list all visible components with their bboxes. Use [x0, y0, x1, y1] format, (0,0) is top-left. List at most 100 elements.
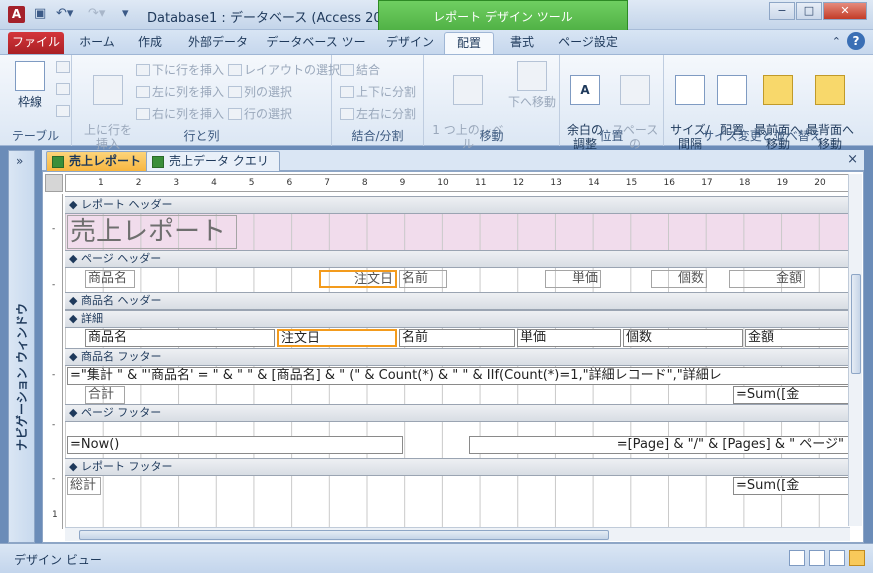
report-selector[interactable]: [45, 174, 63, 192]
redo-icon[interactable]: ↷▾: [88, 6, 105, 21]
insert-left-button[interactable]: 左に列を挿入: [136, 83, 224, 100]
help-icon[interactable]: ?: [847, 32, 865, 50]
section-detail[interactable]: ◆ 詳細: [65, 310, 850, 328]
group-table: 枠線 テーブル: [0, 55, 72, 146]
split-horizontal-button[interactable]: 左右に分割: [340, 105, 416, 122]
close-document-icon[interactable]: ×: [847, 152, 858, 167]
report-footer-body[interactable]: 総計 =Sum([金: [65, 476, 850, 528]
header-qty-label[interactable]: 個数: [651, 270, 707, 288]
align-button[interactable]: 配置: [714, 61, 750, 137]
margins-icon: A: [570, 75, 600, 105]
report-design-canvas[interactable]: 1 2 3 4 5 6 7 8 9 10 11 12 13 14 15 16 17 18 19 20 - - - - …: [42, 171, 864, 543]
navigation-pane[interactable]: » ナビゲーション ウィンドウ: [8, 150, 35, 543]
ruler-number: 16: [663, 178, 675, 188]
page-number-textbox[interactable]: =[Page] & "/" & [Pages] & " ページ": [469, 436, 849, 454]
header-name-label[interactable]: 名前: [399, 270, 447, 288]
tab-create[interactable]: 作成: [128, 32, 172, 54]
layout-view-icon[interactable]: [829, 550, 845, 566]
ruler-number: 17: [701, 178, 713, 188]
tab-file[interactable]: ファイル: [8, 32, 64, 54]
title-bar: A ▣ ↶▾ ↷▾ ▾ Database1 : データベース (Access 2…: [0, 0, 873, 52]
save-icon[interactable]: ▣: [34, 6, 46, 21]
remove-layout-icon[interactable]: [56, 105, 70, 117]
insert-above-icon: [93, 75, 123, 105]
tab-page-setup[interactable]: ページ設定: [552, 32, 624, 54]
section-report-header[interactable]: ◆ レポート ヘッダー: [65, 196, 850, 214]
section-page-header[interactable]: ◆ ページ ヘッダー: [65, 250, 850, 268]
undo-icon[interactable]: ↶▾: [56, 6, 73, 21]
report-header-body[interactable]: 売上レポート: [65, 214, 850, 250]
print-preview-icon[interactable]: [809, 550, 825, 566]
header-order-date-label[interactable]: 注文日: [319, 270, 397, 288]
tab-format[interactable]: 書式: [500, 32, 544, 54]
close-button[interactable]: ✕: [823, 2, 867, 20]
now-textbox[interactable]: =Now(): [67, 436, 403, 454]
doc-tab-sales-query[interactable]: 売上データ クエリ: [146, 151, 280, 171]
grand-total-label[interactable]: 総計: [67, 477, 101, 495]
minimize-button[interactable]: −: [769, 2, 795, 20]
access-app-icon[interactable]: A: [8, 6, 25, 23]
ruler-number: 2: [135, 178, 142, 188]
vertical-scroll-thumb[interactable]: [851, 274, 861, 374]
horizontal-scrollbar[interactable]: [65, 527, 850, 541]
group-sum-textbox[interactable]: =Sum([金: [733, 386, 849, 404]
detail-order-date-field[interactable]: 注文日: [277, 329, 397, 347]
horizontal-ruler: 1 2 3 4 5 6 7 8 9 10 11 12 13 14 15 16 17 18 19 20: [65, 174, 850, 192]
gridlines-button[interactable]: 枠線: [8, 61, 52, 109]
merge-button[interactable]: 結合: [340, 61, 380, 78]
insert-right-button[interactable]: 右に列を挿入: [136, 105, 224, 122]
ruler-number: 20: [814, 178, 826, 188]
section-report-footer[interactable]: ◆ レポート フッター: [65, 458, 850, 476]
group-move: 1 つ上のレベル へ移動 下へ移動 移動: [424, 55, 560, 165]
doc-tab-sales-report[interactable]: 売上レポート: [46, 151, 153, 171]
section-group-header[interactable]: ◆ 商品名 ヘッダー: [65, 292, 850, 310]
horizontal-scroll-thumb[interactable]: [79, 530, 609, 540]
header-product-label[interactable]: 商品名: [85, 270, 135, 288]
report-title-label[interactable]: 売上レポート: [67, 215, 237, 249]
section-group-footer[interactable]: ◆ 商品名 フッター: [65, 348, 850, 366]
page-header-body[interactable]: 商品名 注文日 名前 単価 個数 金額: [65, 268, 850, 292]
tab-design[interactable]: デザイン: [382, 32, 438, 54]
detail-amount-field[interactable]: 金額: [745, 329, 849, 347]
group-total-label[interactable]: 合計: [85, 386, 125, 404]
nav-pane-label: ナビゲーション ウィンドウ: [15, 303, 29, 451]
detail-body[interactable]: 商品名 注文日 名前 単価 個数 金額: [65, 328, 850, 348]
detail-qty-field[interactable]: 個数: [623, 329, 743, 347]
ruler-number: 8: [361, 178, 368, 188]
detail-name-field[interactable]: 名前: [399, 329, 515, 347]
stacked-icon[interactable]: [56, 61, 70, 73]
tab-home[interactable]: ホーム: [72, 32, 122, 54]
select-layout-button[interactable]: レイアウトの選択: [228, 61, 340, 78]
group-footer-body[interactable]: ="集計 " & "'商品名' = " & " " & [商品名] & " ("…: [65, 366, 850, 404]
customize-qat-icon[interactable]: ▾: [122, 6, 129, 21]
group-position: A 余白の 調整 スペースの 調整 位置: [560, 55, 664, 165]
detail-price-field[interactable]: 単価: [517, 329, 621, 347]
minimize-ribbon-icon[interactable]: ⌃: [832, 35, 841, 48]
page-footer-body[interactable]: =Now() =[Page] & "/" & [Pages] & " ページ": [65, 422, 850, 458]
grand-sum-textbox[interactable]: =Sum([金: [733, 477, 849, 495]
select-row-button[interactable]: 行の選択: [228, 105, 292, 122]
maximize-button[interactable]: □: [796, 2, 822, 20]
tab-external-data[interactable]: 外部データ: [180, 32, 256, 54]
select-column-button[interactable]: 列の選択: [228, 83, 292, 100]
header-amount-label[interactable]: 金額: [729, 270, 805, 288]
group-summary-textbox[interactable]: ="集計 " & "'商品名' = " & " " & [商品名] & " ("…: [67, 367, 849, 385]
design-view-icon[interactable]: [849, 550, 865, 566]
report-view-icon[interactable]: [789, 550, 805, 566]
detail-product-field[interactable]: 商品名: [85, 329, 275, 347]
tab-database-tools[interactable]: データベース ツール: [264, 32, 368, 69]
insert-below-button[interactable]: 下に行を挿入: [136, 61, 224, 78]
group-label-position: 位置: [599, 129, 624, 143]
group-label-rows-cols: 行と列: [183, 129, 220, 143]
nav-toggle-icon[interactable]: »: [16, 154, 23, 168]
send-back-icon: [815, 75, 845, 105]
ruler-number: 7: [324, 178, 330, 188]
vertical-scrollbar[interactable]: [848, 174, 862, 526]
report-icon: [52, 156, 64, 168]
split-vertical-button[interactable]: 上下に分割: [340, 83, 416, 100]
tab-arrange[interactable]: 配置: [444, 32, 494, 54]
header-price-label[interactable]: 単価: [545, 270, 601, 288]
tabular-icon[interactable]: [56, 83, 70, 95]
move-down-button[interactable]: 下へ移動: [508, 61, 556, 109]
section-page-footer[interactable]: ◆ ページ フッター: [65, 404, 850, 422]
